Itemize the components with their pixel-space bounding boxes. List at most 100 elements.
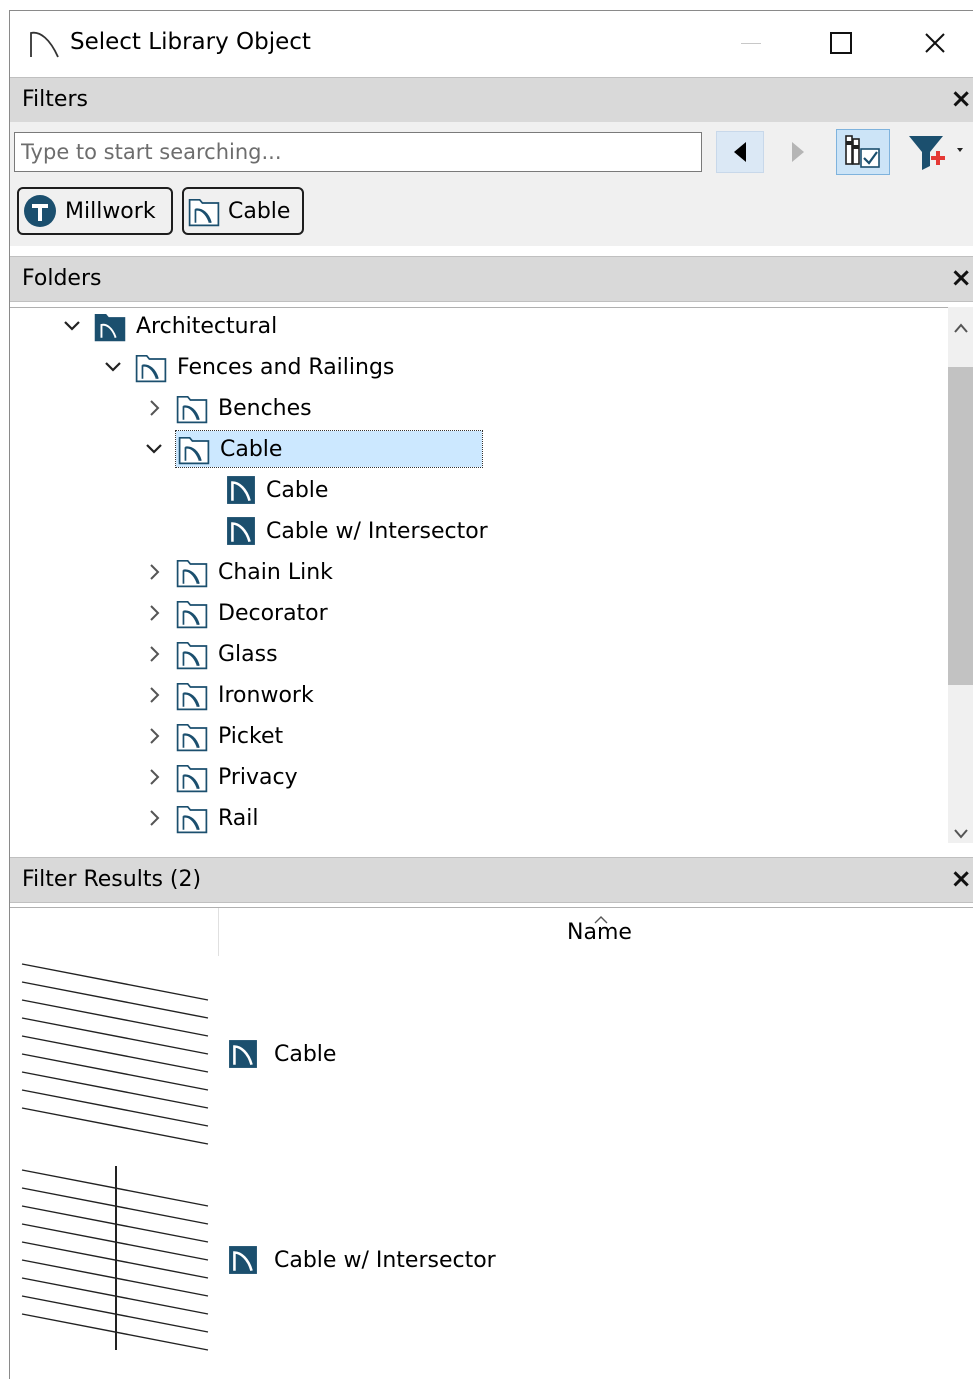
tree-item-label: Architectural bbox=[136, 313, 278, 339]
scroll-up-icon[interactable] bbox=[953, 315, 969, 340]
millwork-t-icon bbox=[24, 195, 56, 227]
chevron-right-icon[interactable] bbox=[144, 398, 164, 418]
filters-pane-title: Filters bbox=[22, 87, 88, 112]
chevron-right-icon[interactable] bbox=[144, 808, 164, 828]
chevron-down-icon[interactable] bbox=[144, 439, 164, 459]
tree-item-label: Picket bbox=[218, 723, 284, 749]
tree-item-label: Benches bbox=[218, 395, 312, 421]
triangle-right-icon bbox=[792, 142, 804, 162]
tree-item-privacy[interactable]: Privacy bbox=[144, 759, 298, 795]
result-item[interactable]: Cable w/ Intersector bbox=[228, 1245, 496, 1275]
cable-intersector-preview bbox=[20, 1164, 210, 1366]
filter-chip-cable[interactable]: Cable bbox=[182, 187, 304, 235]
result-row-cable-intersector[interactable]: Cable w/ Intersector bbox=[10, 1164, 973, 1360]
filter-results-list[interactable]: Name Cable Cable w/ Intersector bbox=[10, 907, 973, 1380]
library-item-icon bbox=[228, 1039, 258, 1069]
library-view-toggle-button[interactable] bbox=[836, 129, 890, 175]
library-folder-icon bbox=[176, 392, 208, 424]
library-catalog-icon bbox=[845, 135, 880, 168]
library-item-icon bbox=[226, 475, 256, 505]
library-folder-solid-icon bbox=[94, 310, 126, 342]
scroll-down-icon[interactable] bbox=[953, 821, 969, 846]
tree-item-label: Cable bbox=[266, 477, 329, 503]
library-folder-icon bbox=[188, 195, 220, 227]
scroll-thumb[interactable] bbox=[948, 367, 973, 685]
minimize-icon bbox=[741, 42, 761, 44]
chevron-right-icon[interactable] bbox=[144, 767, 164, 787]
filter-results-title: Filter Results (2) bbox=[22, 867, 202, 892]
tree-item-cable-object[interactable]: Cable bbox=[226, 472, 328, 508]
chevron-down-icon[interactable] bbox=[103, 357, 123, 377]
tree-item-decorator[interactable]: Decorator bbox=[144, 595, 328, 631]
tree-item-rail[interactable]: Rail bbox=[144, 800, 259, 836]
filters-pane-header: Filters × bbox=[10, 77, 973, 123]
chevron-down-icon[interactable] bbox=[62, 316, 82, 336]
result-item-label: Cable w/ Intersector bbox=[274, 1247, 496, 1273]
library-folder-icon bbox=[135, 351, 167, 383]
library-folder-icon bbox=[176, 802, 208, 834]
cable-preview bbox=[20, 958, 210, 1154]
folder-tree-scrollbar[interactable] bbox=[948, 307, 973, 843]
chevron-right-icon[interactable] bbox=[144, 562, 164, 582]
library-folder-icon bbox=[178, 433, 210, 465]
back-button[interactable] bbox=[716, 131, 764, 173]
library-folder-icon bbox=[176, 638, 208, 670]
tree-item-ironwork[interactable]: Ironwork bbox=[144, 677, 314, 713]
library-folder-icon bbox=[176, 597, 208, 629]
tree-item-architectural[interactable]: Architectural bbox=[62, 308, 277, 344]
tree-item-label: Decorator bbox=[218, 600, 328, 626]
window-title: Select Library Object bbox=[70, 29, 311, 55]
filter-chip-label: Millwork bbox=[65, 198, 156, 224]
folders-pane-header: Folders × bbox=[10, 256, 973, 302]
chevron-right-icon[interactable] bbox=[144, 726, 164, 746]
tree-selection-highlight: Cable bbox=[175, 430, 483, 468]
name-column-label: Name bbox=[567, 920, 632, 945]
library-item-icon bbox=[226, 516, 256, 546]
filter-chip-millwork[interactable]: Millwork bbox=[17, 187, 173, 235]
tree-item-chain-link[interactable]: Chain Link bbox=[144, 554, 333, 590]
tree-item-label: Ironwork bbox=[218, 682, 314, 708]
search-input[interactable] bbox=[14, 132, 702, 172]
library-folder-icon bbox=[176, 679, 208, 711]
tree-item-label: Fences and Railings bbox=[177, 354, 395, 380]
chevron-right-icon[interactable] bbox=[144, 644, 164, 664]
tree-item-label: Chain Link bbox=[218, 559, 333, 585]
forward-button[interactable] bbox=[776, 131, 820, 173]
tree-item-label: Glass bbox=[218, 641, 278, 667]
result-item[interactable]: Cable bbox=[228, 1039, 336, 1069]
library-item-icon bbox=[228, 1245, 258, 1275]
app-arch-icon bbox=[28, 27, 62, 65]
library-folder-icon bbox=[176, 720, 208, 752]
tree-item-cable-intersector[interactable]: Cable w/ Intersector bbox=[226, 513, 488, 549]
tree-item-benches[interactable]: Benches bbox=[144, 390, 312, 426]
tree-item-glass[interactable]: Glass bbox=[144, 636, 278, 672]
maximize-button[interactable] bbox=[818, 23, 864, 63]
folders-pane-close-button[interactable]: × bbox=[950, 263, 972, 293]
tree-item-picket[interactable]: Picket bbox=[144, 718, 283, 754]
result-row-cable[interactable]: Cable bbox=[10, 958, 973, 1148]
folder-tree[interactable]: Architectural Fences and Railings Benche… bbox=[10, 307, 948, 844]
funnel-plus-icon bbox=[909, 136, 963, 170]
tree-item-label: Privacy bbox=[218, 764, 298, 790]
filter-results-close-button[interactable]: × bbox=[950, 864, 972, 894]
library-folder-icon bbox=[176, 556, 208, 588]
result-item-label: Cable bbox=[274, 1041, 337, 1067]
tree-item-label: Cable bbox=[220, 436, 283, 462]
select-library-object-dialog: Select Library Object Filters × Type to … bbox=[9, 10, 973, 1380]
add-filter-dropdown-button[interactable] bbox=[904, 129, 968, 175]
filter-results-pane-header: Filter Results (2) × bbox=[10, 857, 973, 903]
folders-pane-title: Folders bbox=[22, 266, 102, 291]
close-window-button[interactable] bbox=[912, 23, 958, 63]
filters-pane-close-button[interactable]: × bbox=[950, 84, 972, 114]
tree-item-cable-folder[interactable]: Cable bbox=[144, 430, 483, 468]
chevron-right-icon[interactable] bbox=[144, 685, 164, 705]
tree-item-fences-and-railings[interactable]: Fences and Railings bbox=[103, 349, 394, 385]
filter-chip-label: Cable bbox=[228, 198, 291, 224]
minimize-button[interactable] bbox=[728, 23, 774, 63]
tree-item-label: Rail bbox=[218, 805, 259, 831]
chevron-right-icon[interactable] bbox=[144, 603, 164, 623]
maximize-icon bbox=[830, 32, 852, 54]
triangle-left-icon bbox=[734, 142, 746, 162]
name-column-header[interactable]: Name bbox=[218, 908, 973, 956]
title-bar: Select Library Object bbox=[10, 11, 973, 77]
